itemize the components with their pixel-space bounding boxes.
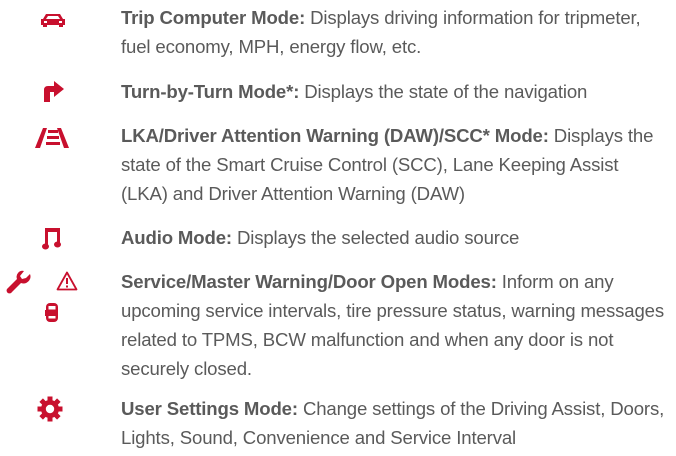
item-text: User Settings Mode: Change settings of t… <box>121 394 670 452</box>
lane-keeping-icon <box>34 127 70 149</box>
item-description: Displays the state of the navigation <box>299 81 588 102</box>
car-icon <box>40 12 66 28</box>
item-title: User Settings Mode: <box>121 398 298 419</box>
item-text: Turn-by-Turn Mode*: Displays the state o… <box>121 77 670 106</box>
item-title: LKA/Driver Attention Warning (DAW)/SCC* … <box>121 125 549 146</box>
wrench-icon <box>4 270 32 294</box>
warning-triangle-icon <box>56 271 78 291</box>
item-text: LKA/Driver Attention Warning (DAW)/SCC* … <box>121 121 670 208</box>
item-title: Audio Mode: <box>121 227 232 248</box>
item-text: Trip Computer Mode: Displays driving inf… <box>121 3 670 61</box>
item-description: Displays the selected audio source <box>231 227 520 248</box>
door-open-icon <box>45 302 59 324</box>
item-title: Turn-by-Turn Mode*: <box>121 81 300 102</box>
turn-arrow-icon <box>41 79 65 103</box>
item-text: Audio Mode: Displays the selected audio … <box>121 223 670 252</box>
music-note-icon <box>42 226 62 250</box>
item-title: Trip Computer Mode: <box>121 7 306 28</box>
item-title: Service/Master Warning/Door Open Modes: <box>121 271 497 292</box>
item-text: Service/Master Warning/Door Open Modes: … <box>121 267 670 383</box>
gear-icon <box>37 396 63 422</box>
